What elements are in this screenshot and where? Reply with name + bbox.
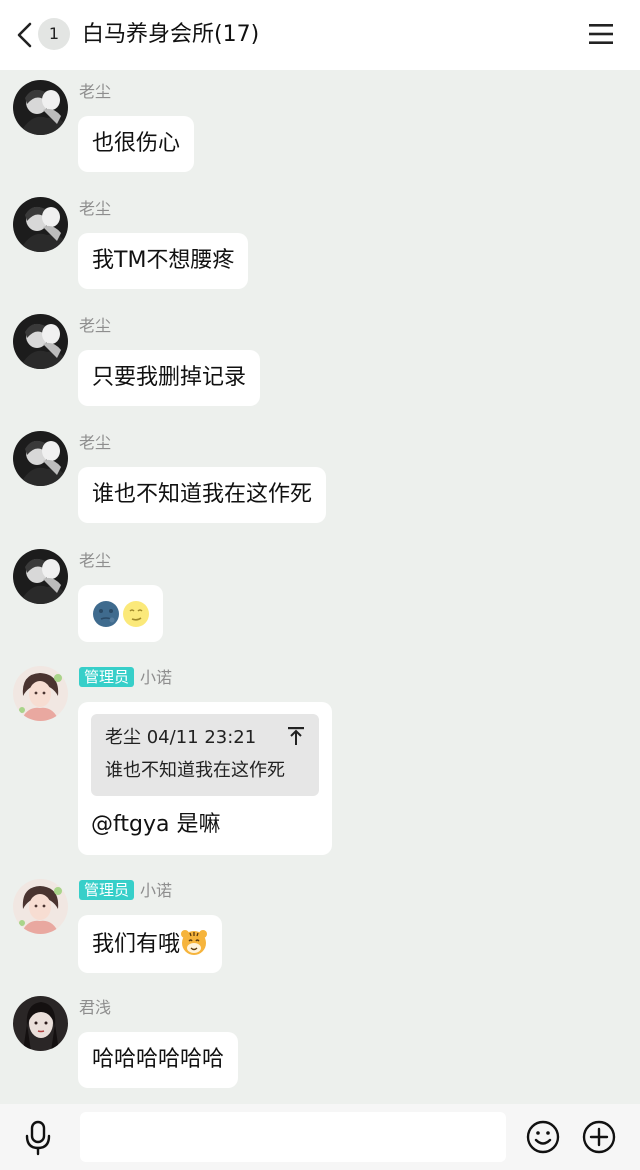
- message-bubble[interactable]: 老尘 04/11 23:21 谁也不知道我在这作死 @ftgya 是嘛: [78, 702, 332, 855]
- pin-top-icon: [288, 727, 304, 745]
- message-bubble[interactable]: 谁也不知道我在这作死: [78, 467, 327, 523]
- chat-title: 白马养身会所(17): [82, 22, 260, 47]
- menu-icon[interactable]: [588, 22, 614, 46]
- sender-name: 小诺: [140, 668, 173, 687]
- reply-text: @ftgya 是嘛: [91, 812, 221, 837]
- message-bubble[interactable]: 只要我删掉记录: [78, 350, 261, 406]
- avatar[interactable]: [13, 197, 68, 252]
- message-bubble[interactable]: 我TM不想腰疼: [78, 233, 249, 289]
- avatar[interactable]: [13, 314, 68, 369]
- admin-badge: 管理员: [79, 880, 135, 900]
- message-input[interactable]: [80, 1112, 506, 1162]
- back-arrow-icon: [17, 22, 32, 48]
- sender-name: 小诺: [140, 881, 173, 900]
- message-bubble[interactable]: 我们有哦: [78, 915, 223, 973]
- quote-text: 谁也不知道我在这作死: [105, 760, 285, 781]
- sender-name: 老尘: [79, 433, 112, 452]
- tiger-face-emoji-icon: [181, 930, 208, 955]
- avatar[interactable]: [13, 666, 68, 721]
- quote-header: 老尘 04/11 23:21: [105, 727, 257, 748]
- sender-name: 老尘: [79, 82, 112, 101]
- top-bar: 1 白马养身会所(17): [0, 0, 640, 70]
- dark-moon-face-emoji-icon: [93, 601, 119, 627]
- admin-badge: 管理员: [79, 667, 135, 687]
- sender-name: 老尘: [79, 551, 112, 570]
- voice-input-button[interactable]: [22, 1120, 54, 1156]
- avatar[interactable]: [13, 879, 68, 934]
- plus-circle-icon: [582, 1120, 616, 1154]
- sender-name: 君浅: [79, 998, 112, 1017]
- unread-count-badge: 1: [38, 18, 70, 50]
- crescent-moon-face-emoji-icon: [123, 601, 149, 627]
- avatar[interactable]: [13, 996, 68, 1051]
- message-bubble[interactable]: 也很伤心: [78, 116, 195, 172]
- avatar[interactable]: [13, 549, 68, 604]
- smiley-face-icon: [526, 1120, 560, 1154]
- back-button[interactable]: 1: [14, 18, 74, 52]
- message-bubble[interactable]: 哈哈哈哈哈哈: [78, 1032, 239, 1088]
- message-text: 我们有哦: [92, 932, 181, 957]
- emoji-button[interactable]: [526, 1120, 560, 1154]
- more-button[interactable]: [582, 1120, 616, 1154]
- sender-name: 老尘: [79, 316, 112, 335]
- quoted-message[interactable]: 老尘 04/11 23:21 谁也不知道我在这作死: [91, 714, 319, 796]
- avatar[interactable]: [13, 431, 68, 486]
- microphone-icon: [25, 1120, 51, 1156]
- avatar[interactable]: [13, 80, 68, 135]
- sender-name: 老尘: [79, 199, 112, 218]
- input-bar: [0, 1104, 640, 1170]
- message-bubble[interactable]: [78, 585, 163, 642]
